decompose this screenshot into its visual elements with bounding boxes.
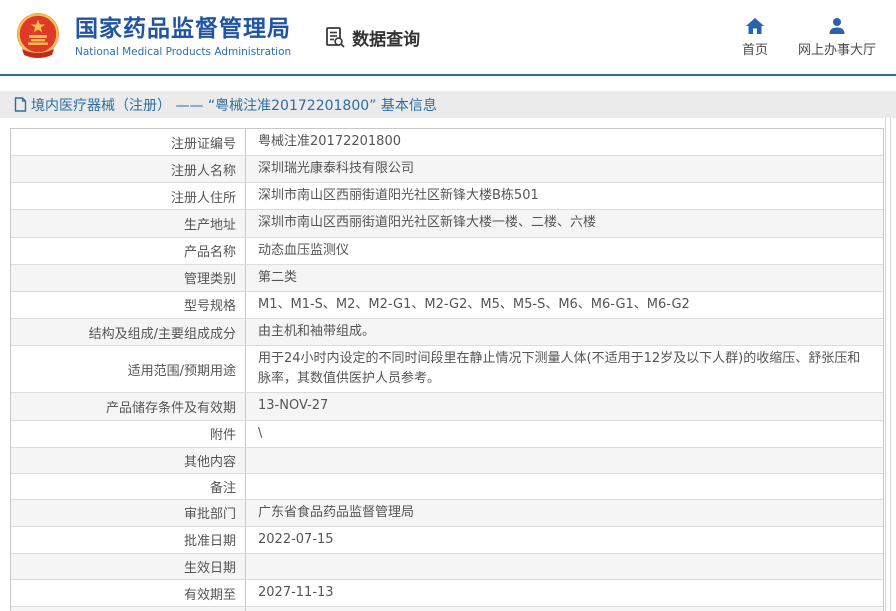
table-row: 结构及组成/主要组成成分 由主机和袖带组成。 [11, 317, 883, 346]
table-row: 注册人名称 深圳瑞光康泰科技有限公司 [11, 155, 883, 183]
brand-text: 国家药品监督管理局 National Medical Products Admi… [75, 16, 291, 58]
table-row: 产品储存条件及有效期 13-NOV-27 [11, 392, 883, 420]
table-row: 备注 [11, 472, 883, 499]
document-icon [14, 97, 27, 112]
doc-search-icon [326, 27, 345, 48]
brand-title: 国家药品监督管理局 [75, 16, 291, 43]
row-value: 动态血压监测仪 [258, 242, 350, 258]
row-value: 广东省食品药品监督管理局 [258, 504, 415, 520]
breadcrumb-text: 境内医疗器械（注册） —— “粤械注准20172201800” 基本信息 [31, 97, 437, 114]
row-label: 附件 [11, 420, 246, 447]
table-row: 适用范围/预期用途 用于24小时内设定的不同时间段里在静止情况下测量人体(不适用于… [11, 345, 883, 393]
table-row: 批准日期 2022-07-15 [11, 525, 883, 553]
row-value: 深圳市南山区西丽街道阳光社区新锋大楼B栋501 [258, 188, 539, 204]
row-value [246, 448, 883, 473]
registration-info-table: 注册证编号 粤械注准20172201800 注册人名称 深圳瑞光康泰科技有限公司 注… [10, 128, 884, 611]
header: 国家药品监督管理局 National Medical Products Admi… [0, 0, 896, 76]
row-value [246, 554, 883, 579]
row-label: 变更情况 [11, 607, 246, 611]
row-label: 生产地址 [11, 210, 246, 237]
row-label: 适用范围/预期用途 [11, 346, 246, 393]
home-icon [745, 17, 764, 34]
row-value [246, 607, 883, 611]
nav-service-hall[interactable]: 网上办事大厅 [798, 17, 876, 58]
row-value: M1、M1-S、M2、M2-G1、M2-G2、M5、M5-S、M6、M6-G1、… [258, 296, 690, 312]
row-value: \ [258, 425, 263, 441]
row-label: 有效期至 [11, 579, 246, 607]
row-label: 批准日期 [11, 526, 246, 553]
nav-service-hall-label: 网上办事大厅 [797, 42, 876, 58]
site-logo[interactable]: 国家药品监督管理局 National Medical Products Admi… [12, 11, 291, 63]
row-value: 用于24小时内设定的不同时间段里在静止情况下测量人体(不适用于12岁及以下人群)… [258, 351, 861, 387]
breadcrumb: 境内医疗器械（注册） —— “粤械注准20172201800” 基本信息 [0, 91, 896, 118]
row-label: 注册人住所 [11, 183, 246, 210]
user-icon [829, 17, 845, 34]
page: 国家药品监督管理局 National Medical Products Admi… [0, 0, 896, 611]
table-row: 管理类别 第二类 [11, 263, 883, 291]
table-row: 注册人住所 深圳市南山区西丽街道阳光社区新锋大楼B栋501 [11, 182, 883, 210]
row-value: 由主机和袖带组成。 [258, 323, 376, 339]
row-label: 产品储存条件及有效期 [11, 393, 246, 420]
nav-home[interactable]: 首页 [742, 17, 768, 58]
row-value: 深圳市南山区西丽街道阳光社区新锋大楼一楼、二楼、六楼 [258, 215, 597, 231]
row-label: 注册证编号 [11, 129, 246, 156]
row-label: 其他内容 [11, 447, 246, 473]
row-label: 结构及组成/主要组成成分 [11, 318, 246, 346]
table-row: 有效期至 2027-11-13 [11, 578, 883, 607]
table-row: 附件 \ [11, 419, 883, 447]
row-value [246, 474, 883, 499]
national-emblem-icon [17, 13, 59, 58]
header-nav: 首页 网上办事大厅 [742, 17, 876, 58]
table-row: 变更情况 [11, 606, 883, 611]
row-label: 审批部门 [11, 499, 246, 526]
content-scrollbar[interactable] [885, 118, 891, 611]
data-query-tab[interactable]: 数据查询 [323, 25, 420, 50]
table-row: 审批部门 广东省食品药品监督管理局 [11, 498, 883, 526]
row-value: 深圳瑞光康泰科技有限公司 [258, 161, 415, 177]
brand-subtitle: National Medical Products Administration [75, 45, 292, 58]
table-row: 注册证编号 粤械注准20172201800 [11, 129, 883, 156]
nav-home-label: 首页 [741, 42, 768, 58]
row-label: 产品名称 [11, 237, 246, 264]
row-label: 生效日期 [11, 553, 246, 579]
table-row: 产品名称 动态血压监测仪 [11, 236, 883, 264]
table-row: 生产地址 深圳市南山区西丽街道阳光社区新锋大楼一楼、二楼、六楼 [11, 209, 883, 237]
row-label: 管理类别 [11, 264, 246, 291]
row-label: 注册人名称 [11, 156, 246, 183]
table-row: 生效日期 [11, 552, 883, 579]
row-value: 2027-11-13 [258, 584, 334, 600]
row-label: 备注 [11, 473, 246, 499]
row-label: 型号规格 [11, 291, 246, 318]
row-value: 第二类 [258, 269, 298, 285]
row-value: 粤械注准20172201800 [258, 134, 401, 149]
row-value: 13-NOV-27 [258, 398, 329, 414]
data-query-label: 数据查询 [352, 29, 421, 50]
table-row: 其他内容 [11, 446, 883, 473]
row-value: 2022-07-15 [258, 531, 334, 547]
table-row: 型号规格 M1、M1-S、M2、M2-G1、M2-G2、M5、M5-S、M6、M6… [11, 290, 883, 318]
